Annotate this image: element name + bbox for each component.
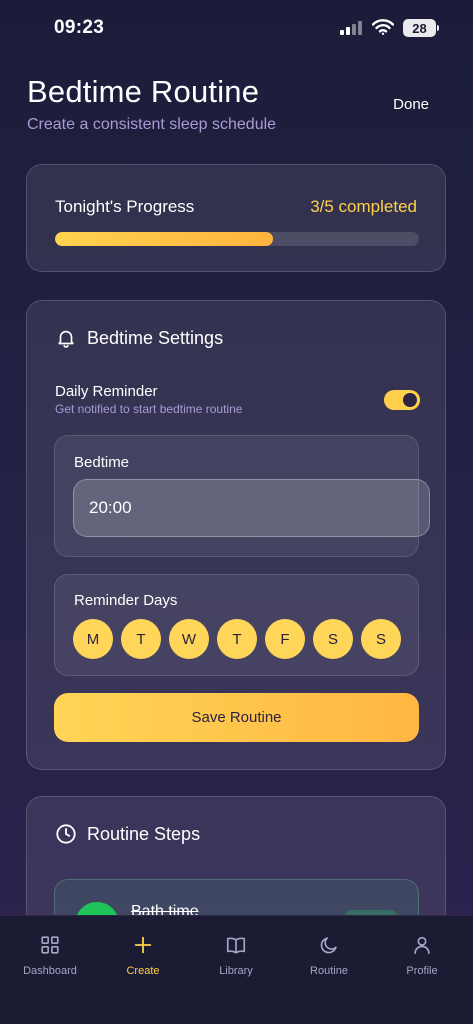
page-title: Bedtime Routine [27, 74, 260, 109]
clock-icon [56, 824, 76, 844]
moon-icon [320, 937, 337, 954]
days-row: M T W T F S S [73, 619, 401, 659]
progress-card: Tonight's Progress 3/5 completed [26, 164, 446, 272]
reminder-days-section: Reminder Days M T W T F S S [54, 574, 419, 676]
reminder-days-label: Reminder Days [74, 592, 178, 609]
bottom-nav: Dashboard Create Library Routine Profile [0, 915, 473, 1024]
day-button-saturday[interactable]: S [313, 619, 353, 659]
nav-dashboard[interactable]: Dashboard [10, 934, 90, 977]
steps-header: Routine Steps [55, 823, 200, 845]
steps-title: Routine Steps [87, 823, 201, 844]
daily-reminder-label: Daily Reminder [55, 383, 158, 400]
status-bar: 09:23 28 [0, 0, 473, 56]
nav-create[interactable]: Create [103, 934, 183, 977]
page-subtitle: Create a consistent sleep schedule [27, 116, 277, 133]
day-button-friday[interactable]: F [265, 619, 305, 659]
toggle-knob [403, 393, 417, 407]
bell-icon [58, 330, 74, 348]
nav-profile[interactable]: Profile [382, 934, 462, 977]
save-routine-button[interactable]: Save Routine [54, 693, 419, 742]
grid-icon [41, 936, 59, 954]
bedtime-section: Bedtime [54, 435, 430, 557]
user-icon [414, 936, 430, 955]
nav-label: Create [126, 965, 160, 977]
progress-label: Tonight's Progress [55, 197, 195, 216]
day-button-wednesday[interactable]: W [169, 619, 209, 659]
book-icon [226, 937, 246, 954]
day-button-sunday[interactable]: S [361, 619, 401, 659]
nav-label: Dashboard [23, 965, 77, 977]
nav-label: Routine [310, 965, 348, 977]
settings-header: Bedtime Settings [55, 327, 223, 349]
progress-count: 3/5 completed [310, 197, 417, 216]
nav-label: Profile [406, 965, 438, 977]
bedtime-label: Bedtime [74, 454, 130, 471]
settings-title: Bedtime Settings [87, 327, 224, 348]
day-button-thursday[interactable]: T [217, 619, 257, 659]
day-button-monday[interactable]: M [73, 619, 113, 659]
day-button-tuesday[interactable]: T [121, 619, 161, 659]
nav-routine[interactable]: Routine [289, 934, 369, 977]
progress-bar-fill [55, 232, 274, 246]
bedtime-settings-card: Bedtime Settings Daily Reminder Get noti… [26, 300, 446, 770]
status-time: 09:23 [54, 17, 105, 38]
daily-reminder-toggle[interactable] [384, 390, 420, 410]
bedtime-time-input[interactable] [73, 479, 430, 537]
signal-icon [340, 21, 364, 35]
daily-reminder-description: Get notified to start bedtime routine [55, 402, 243, 416]
battery-icon: 28 [403, 19, 439, 37]
nav-label: Library [219, 965, 253, 977]
nav-library[interactable]: Library [196, 934, 276, 977]
done-button[interactable]: Done [393, 96, 429, 113]
wifi-icon [372, 19, 394, 35]
progress-bar [55, 232, 419, 246]
plus-icon [134, 936, 152, 954]
